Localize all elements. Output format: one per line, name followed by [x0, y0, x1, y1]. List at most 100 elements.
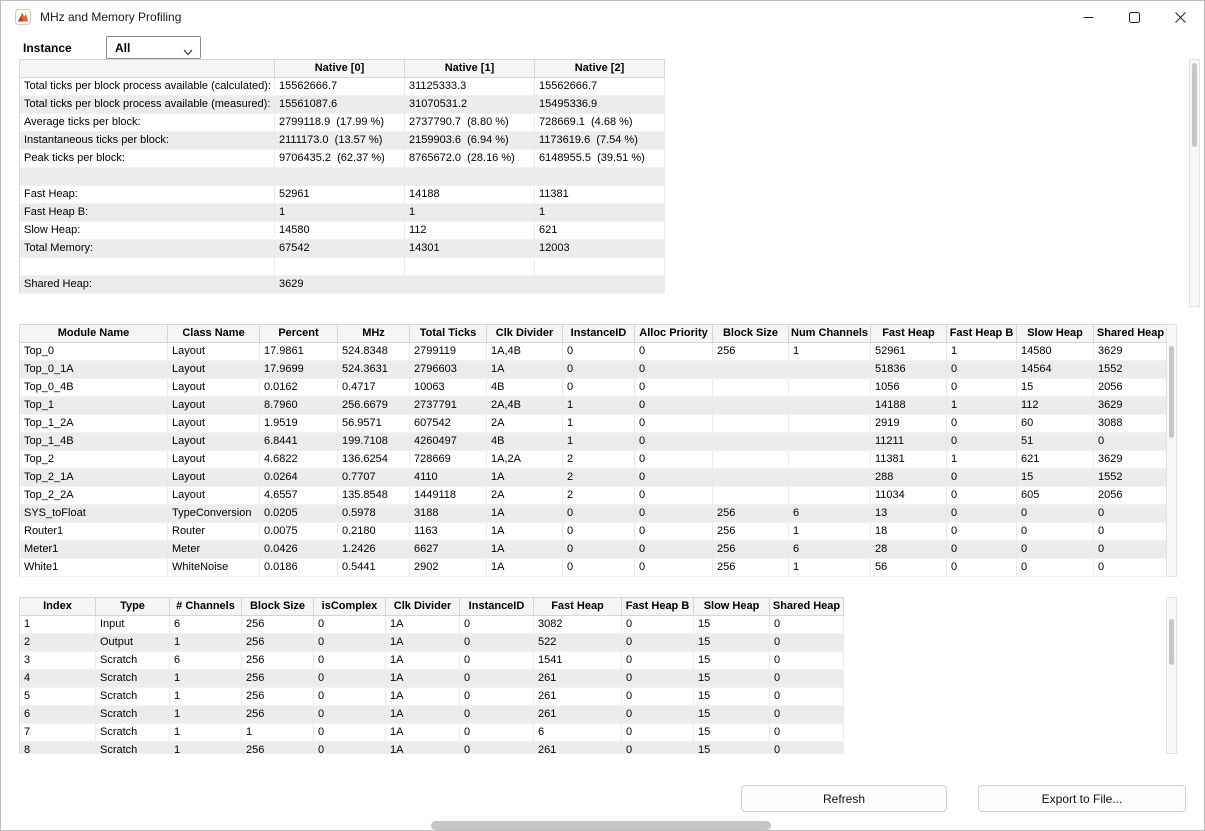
module-scrollbar-thumb[interactable]	[1169, 346, 1174, 438]
cell: 6.8441	[260, 433, 338, 451]
cell: 0	[460, 742, 534, 755]
instance-select[interactable]: All	[106, 36, 201, 59]
cell: 0	[635, 487, 713, 505]
cell: 14580	[1017, 343, 1094, 361]
cell: 256	[242, 652, 314, 670]
column-header: Class Name	[168, 325, 260, 343]
cell: 6148955.5 (39.51 %)	[535, 150, 665, 168]
cell: 8	[20, 742, 96, 755]
table-row[interactable]: Fast Heap:529611418811381	[20, 186, 665, 204]
table-row[interactable]: 3Scratch625601A015410150	[20, 652, 844, 670]
table-row[interactable]	[20, 258, 665, 276]
table-row[interactable]: Slow Heap:14580112621	[20, 222, 665, 240]
cell: 0	[947, 469, 1017, 487]
minimize-icon[interactable]	[1065, 2, 1111, 33]
header-row: Native [0]Native [1]Native [2]	[20, 60, 665, 78]
module-vertical-scrollbar[interactable]	[1166, 324, 1177, 577]
table-row[interactable]: Total ticks per block process available …	[20, 96, 665, 114]
cell: 15561087.6	[275, 96, 405, 114]
cell: 256	[713, 541, 789, 559]
matlab-logo-icon	[15, 9, 31, 25]
cell: Router1	[20, 523, 168, 541]
refresh-button[interactable]: Refresh	[741, 785, 947, 812]
table-row[interactable]: 4Scratch125601A02610150	[20, 670, 844, 688]
table-row[interactable]: 5Scratch125601A02610150	[20, 688, 844, 706]
summary-vertical-scrollbar[interactable]	[1189, 59, 1200, 307]
table-row[interactable]: Shared Heap:3629	[20, 276, 665, 294]
table-row[interactable]: 8Scratch125601A02610150	[20, 742, 844, 755]
cell: 199.7108	[338, 433, 410, 451]
close-icon[interactable]	[1157, 2, 1203, 33]
table-row[interactable]: SYS_toFloatTypeConversion0.02050.5978318…	[20, 505, 1168, 523]
table-row[interactable]: Top_1_4BLayout6.8441199.710842604974B101…	[20, 433, 1168, 451]
cell: 1	[170, 706, 242, 724]
cell: 15	[694, 724, 770, 742]
table-row[interactable]: Top_1_2ALayout1.951956.95716075422A10291…	[20, 415, 1168, 433]
cell: 0	[1017, 523, 1094, 541]
table-row[interactable]: Fast Heap B:111	[20, 204, 665, 222]
table-row[interactable]: Meter1Meter0.04261.242666271A00256628000	[20, 541, 1168, 559]
cell: 1	[170, 724, 242, 742]
cell: 0	[622, 652, 694, 670]
table-row[interactable]: Router1Router0.00750.218011631A002561180…	[20, 523, 1168, 541]
table-row[interactable]: Top_2_1ALayout0.02640.770741101A20288015…	[20, 469, 1168, 487]
cell: 14301	[405, 240, 535, 258]
cell: 2	[20, 634, 96, 652]
table-row[interactable]: Top_2_2ALayout4.6557135.854814491182A201…	[20, 487, 1168, 505]
table-row[interactable]: 6Scratch125601A02610150	[20, 706, 844, 724]
table-row[interactable]: White1WhiteNoise0.01860.544129021A002561…	[20, 559, 1168, 577]
table-row[interactable]: Peak ticks per block:9706435.2 (62.37 %)…	[20, 150, 665, 168]
cell: 1	[275, 204, 405, 222]
table-row[interactable]	[20, 168, 665, 186]
cell: Layout	[168, 487, 260, 505]
cell: Fast Heap B:	[20, 204, 275, 222]
cell: Top_2_2A	[20, 487, 168, 505]
cell: 0	[314, 706, 386, 724]
maximize-icon[interactable]	[1111, 2, 1157, 33]
cell: Meter	[168, 541, 260, 559]
cell: 6	[789, 505, 871, 523]
cell: 3082	[534, 616, 622, 634]
cell: 0	[770, 706, 844, 724]
cell: 261	[534, 688, 622, 706]
cell: 0	[947, 559, 1017, 577]
buffer-scrollbar-thumb[interactable]	[1169, 619, 1174, 665]
table-row[interactable]: Instantaneous ticks per block:2111173.0 …	[20, 132, 665, 150]
cell: 1552	[1094, 469, 1168, 487]
table-row[interactable]: 2Output125601A05220150	[20, 634, 844, 652]
column-header: Module Name	[20, 325, 168, 343]
cell: 0	[947, 541, 1017, 559]
cell: 1A	[386, 670, 460, 688]
export-to-file-button[interactable]: Export to File...	[978, 785, 1186, 812]
cell: 1	[563, 433, 635, 451]
cell: 0	[563, 559, 635, 577]
cell: Output	[96, 634, 170, 652]
summary-scrollbar-thumb[interactable]	[1192, 63, 1197, 147]
table-row[interactable]: Total ticks per block process available …	[20, 78, 665, 96]
cell: 51	[1017, 433, 1094, 451]
cell: 1A	[386, 724, 460, 742]
buffer-vertical-scrollbar[interactable]	[1166, 597, 1177, 754]
instance-selected-value: All	[115, 41, 130, 55]
cell: 0	[314, 724, 386, 742]
table-row[interactable]: Top_0Layout17.9861524.834827991191A,4B00…	[20, 343, 1168, 361]
horizontal-scrollbar-thumb[interactable]	[431, 821, 771, 830]
cell: 0.0264	[260, 469, 338, 487]
table-row[interactable]: Total Memory:675421430112003	[20, 240, 665, 258]
table-row[interactable]: Top_1Layout8.7960256.667927377912A,4B101…	[20, 397, 1168, 415]
column-header: Native [2]	[535, 60, 665, 78]
cell	[405, 258, 535, 276]
table-row[interactable]: Top_0_4BLayout0.01620.4717100634B0010560…	[20, 379, 1168, 397]
table-row[interactable]: Top_2Layout4.6822136.62547286691A,2A2011…	[20, 451, 1168, 469]
table-row[interactable]: 7Scratch1101A060150	[20, 724, 844, 742]
cell: 67542	[275, 240, 405, 258]
table-row[interactable]: 1Input625601A030820150	[20, 616, 844, 634]
cell: 0.2180	[338, 523, 410, 541]
column-header: Fast Heap	[871, 325, 947, 343]
table-row[interactable]: Top_0_1ALayout17.9699524.363127966031A00…	[20, 361, 1168, 379]
table-row[interactable]: Average ticks per block:2799118.9 (17.99…	[20, 114, 665, 132]
header-row: IndexType# ChannelsBlock SizeisComplexCl…	[20, 598, 844, 616]
cell: SYS_toFloat	[20, 505, 168, 523]
cell: 256	[713, 343, 789, 361]
column-header: Slow Heap	[1017, 325, 1094, 343]
